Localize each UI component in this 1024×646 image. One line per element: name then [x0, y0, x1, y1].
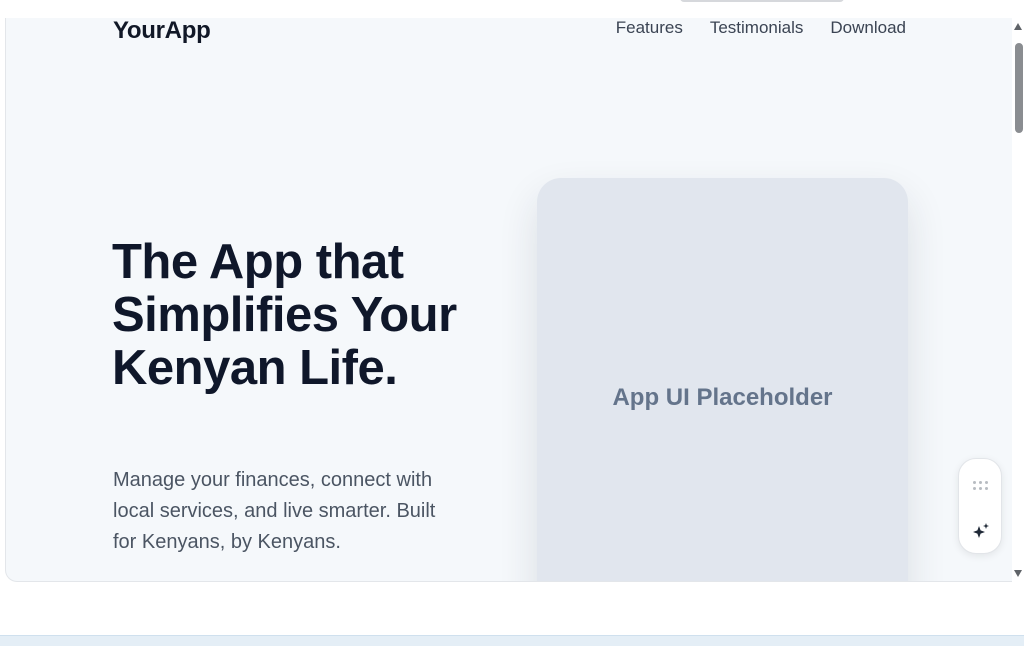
scroll-down-arrow-icon[interactable]	[1014, 570, 1022, 577]
grip-dots-icon[interactable]	[973, 481, 989, 491]
scroll-up-arrow-icon[interactable]	[1014, 23, 1022, 30]
brand-logo[interactable]: YourApp	[113, 18, 211, 45]
placeholder-label: App UI Placeholder	[612, 384, 833, 411]
nav-features[interactable]: Features	[616, 18, 683, 38]
hero-subtitle: Manage your finances, connect with local…	[113, 469, 436, 553]
hero-title: The App that Simplifies Your Kenyan Life…	[112, 235, 457, 395]
nav-download[interactable]: Download	[830, 18, 906, 38]
floating-widget[interactable]	[958, 458, 1002, 554]
scrollbar-thumb[interactable]	[1015, 43, 1023, 133]
app-ui-placeholder-card: App UI Placeholder	[537, 178, 908, 581]
page-viewport: YourApp Features Testimonials Download T…	[5, 18, 1012, 582]
main-nav: Features Testimonials Download	[616, 18, 906, 38]
nav-testimonials[interactable]: Testimonials	[710, 18, 804, 38]
top-pill	[680, 0, 844, 2]
browser-top-strip	[0, 0, 1024, 18]
sparkle-icon[interactable]	[971, 521, 991, 541]
bottom-band	[0, 635, 1024, 646]
